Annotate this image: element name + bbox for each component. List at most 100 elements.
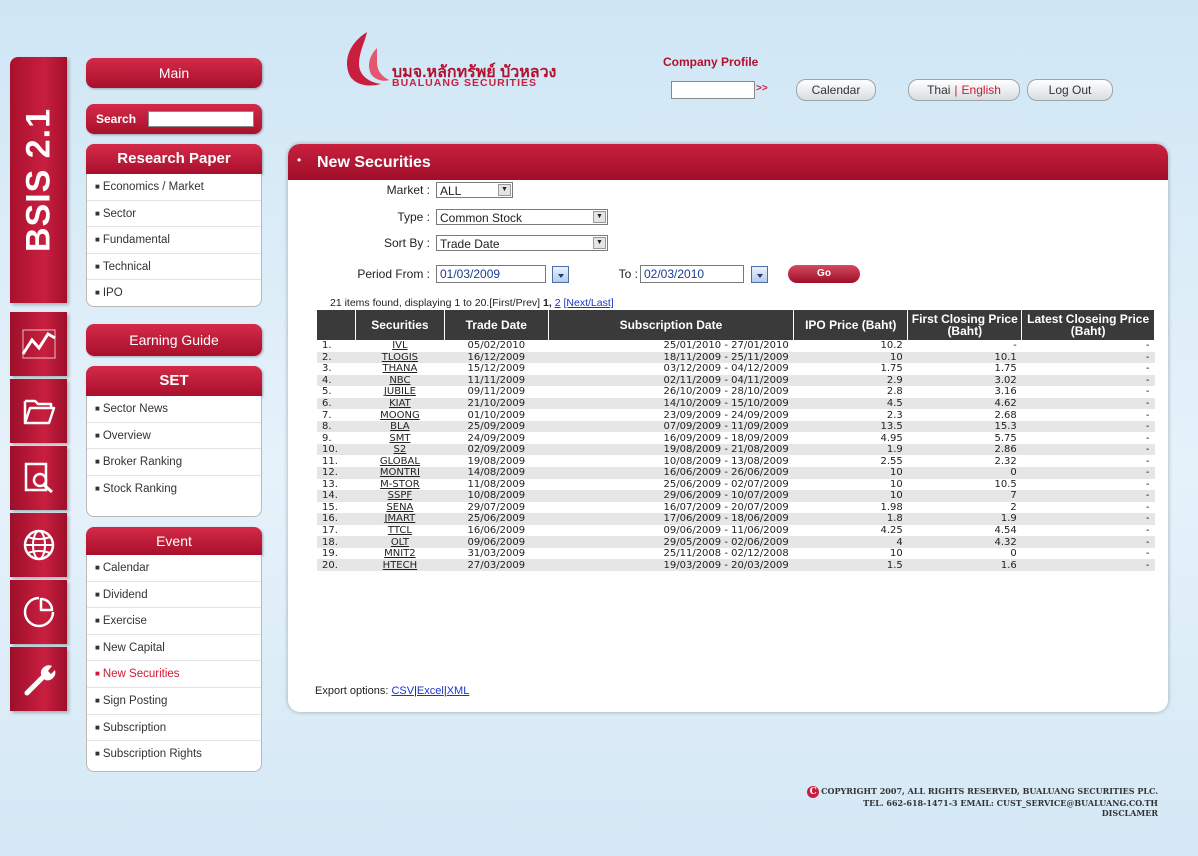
bullet-icon: ■ (95, 483, 100, 493)
title-bullet: • (297, 153, 302, 167)
security-link[interactable]: BLA (355, 420, 445, 433)
security-link[interactable]: MNIT2 (355, 548, 444, 560)
menu-event-header[interactable]: Event (86, 527, 262, 555)
rail-chart-button[interactable] (10, 312, 67, 376)
menu-main[interactable]: Main (86, 58, 262, 88)
menu-item-fundamental[interactable]: ■ Fundamental (87, 227, 261, 254)
menu-item-exercise[interactable]: ■ Exercise (87, 608, 261, 635)
ipo-price: 4 (793, 536, 908, 548)
first-closing-price: 15.3 (907, 420, 1022, 433)
rail-tools-button[interactable] (10, 647, 67, 711)
menu-research-header[interactable]: Research Paper (86, 144, 262, 174)
rail-pie-button[interactable] (10, 580, 67, 644)
security-link[interactable]: SENA (355, 502, 444, 514)
menu-item-economics[interactable]: ■ Economics / Market (87, 174, 261, 201)
menu-item-calendar[interactable]: ■ Calendar (87, 555, 261, 582)
first-closing-price: 1.75 (994, 363, 1017, 375)
security-link[interactable]: SSPF (355, 490, 445, 502)
sortby-select[interactable]: Trade Date ▼ (436, 235, 608, 251)
security-link[interactable]: JUBILE (355, 386, 444, 398)
security-link[interactable]: M-STOR (355, 479, 444, 491)
language-switch: Thai | English (908, 79, 1020, 101)
ipo-price: 1.98 (880, 501, 903, 513)
menu-item-sector[interactable]: ■ Sector (87, 201, 261, 228)
logout-button[interactable]: Log Out (1027, 79, 1113, 101)
menu-item-subscription[interactable]: ■ Subscription (87, 715, 261, 742)
menu-item-dividend[interactable]: ■ Dividend (87, 582, 261, 609)
ipo-price: 10 (890, 548, 903, 560)
menu-item-overview[interactable]: ■ Overview (87, 423, 261, 450)
menu-item-broker-ranking[interactable]: ■ Broker Ranking (87, 449, 261, 476)
page-2-link[interactable]: 2 (555, 297, 561, 309)
security-link[interactable]: OLT (355, 536, 445, 548)
menu-item-stock-ranking[interactable]: ■ Stock Ranking (87, 476, 261, 516)
type-select[interactable]: Common Stock ▼ (436, 209, 608, 225)
security-link[interactable]: IVL (355, 340, 444, 352)
go-button[interactable]: Go (788, 265, 860, 283)
bullet-icon: ■ (95, 404, 100, 413)
export-excel-link[interactable]: Excel (417, 685, 444, 697)
menu-item-new-securities[interactable]: ■ New Securities (87, 661, 261, 688)
menu-item-technical[interactable]: ■ Technical (87, 254, 261, 281)
menu-earning-title: Earning Guide (129, 332, 219, 348)
menu-item-subscription-rights[interactable]: ■ Subscription Rights (87, 741, 261, 771)
folder-icon (23, 399, 56, 425)
rail-globe-button[interactable] (10, 513, 67, 577)
trade-date: 16/12/2009 (444, 351, 549, 364)
subscription-date: 26/10/2009 - 28/10/2009 (663, 386, 789, 398)
security-link[interactable]: TTCL (355, 525, 444, 537)
menu-set-header[interactable]: SET (86, 366, 262, 396)
lang-thai-link[interactable]: Thai (927, 83, 950, 97)
security-link[interactable]: GLOBAL (355, 455, 444, 467)
ipo-price: 2.8 (886, 386, 903, 398)
security-link[interactable]: S2 (355, 443, 445, 456)
bullet-icon: ■ (95, 457, 100, 467)
company-profile-go-button[interactable]: >> (756, 83, 768, 94)
market-select[interactable]: ALL ▼ (436, 182, 513, 198)
row-index: 18. (317, 536, 356, 548)
menu-item-sector-news[interactable]: ■ Sector News (87, 396, 261, 423)
menu-item-ipo[interactable]: ■ IPO (87, 280, 261, 306)
row-index: 14. (317, 490, 356, 502)
next-last-link[interactable]: [Next/Last] (563, 297, 613, 309)
export-csv-link[interactable]: CSV (391, 685, 414, 697)
rail-folder-button[interactable] (10, 379, 67, 443)
trade-date: 24/09/2009 (467, 432, 526, 444)
trade-date: 27/03/2009 (444, 559, 549, 571)
ipo-price: 1.9 (793, 443, 908, 456)
security-link[interactable]: JMART (355, 513, 445, 525)
period-to-input[interactable]: 02/03/2010 (640, 265, 744, 283)
report-search-icon (24, 462, 53, 494)
globe-icon (23, 529, 55, 561)
export-xml-link[interactable]: XML (447, 685, 470, 697)
security-link[interactable]: NBC (355, 374, 445, 387)
menu-earning-guide[interactable]: Earning Guide (86, 324, 262, 356)
security-link[interactable]: KIAT (355, 397, 445, 410)
period-from-input[interactable]: 01/03/2009 (436, 265, 546, 283)
ipo-price: 4.5 (793, 397, 908, 410)
calendar-picker-icon[interactable] (751, 266, 768, 283)
sortby-select-value: Trade Date (440, 237, 500, 251)
col-latest-closing-price: Latest Closeing Price (Baht) (1021, 310, 1155, 340)
lang-english-link[interactable]: English (962, 83, 1001, 97)
menu-item-sign-posting[interactable]: ■ Sign Posting (87, 688, 261, 715)
subscription-date: 19/03/2009 - 20/03/2009 (548, 559, 794, 571)
search-input[interactable] (148, 111, 254, 127)
security-link[interactable]: THANA (355, 363, 444, 375)
copyright-line: COPYRIGHT 2007, ALL RIGHTS RESERVED, BUA… (821, 786, 1158, 796)
security-link[interactable]: HTECH (355, 559, 445, 571)
company-profile-input[interactable] (671, 81, 755, 99)
disclaimer-link[interactable]: DISCLAMER (793, 808, 1158, 818)
security-link[interactable]: SMT (355, 432, 444, 444)
rail-report-button[interactable] (10, 446, 67, 510)
calendar-picker-icon[interactable] (552, 266, 569, 283)
contact-line: TEL. 662-618-1471-3 EMAIL: CUST_SERVICE@… (863, 798, 1158, 808)
security-link[interactable]: MONTRI (355, 467, 445, 479)
menu-item-new-capital[interactable]: ■ New Capital (87, 635, 261, 662)
sidebar-search: Search (86, 104, 262, 134)
security-link[interactable]: MOONG (355, 409, 444, 421)
trade-date: 11/08/2009 (467, 478, 526, 490)
calendar-button[interactable]: Calendar (796, 79, 876, 101)
table-row: 11. GLOBAL 19/08/2009 10/08/2009 - 13/08/20… (317, 455, 1155, 467)
security-link[interactable]: TLOGIS (355, 351, 445, 364)
